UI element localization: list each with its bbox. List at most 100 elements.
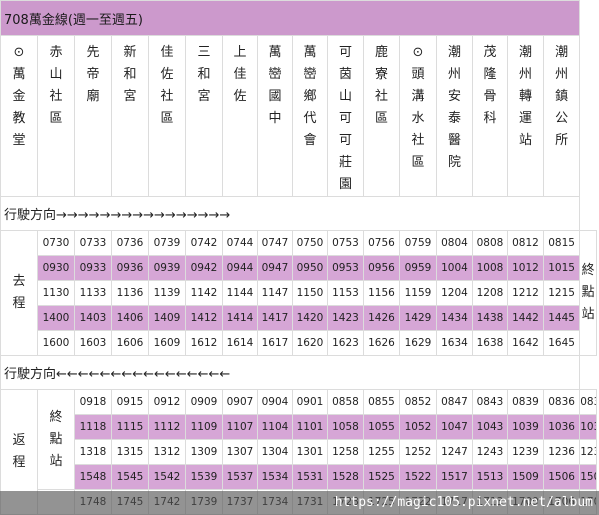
time-cell: 0912 xyxy=(148,389,186,415)
time-cell: 0909 xyxy=(185,389,223,415)
time-cell: 1315 xyxy=(111,439,149,465)
outbound-row: 1130 1133 1136 1139 1142 1144 1147 1150 1153 1156… xyxy=(1,280,597,306)
bus-timetable: 708萬金線(週一至週五) ⊙ 萬金教堂赤山社區先帝廟新和宮佳佐社區三和宮上佳佐萬… xyxy=(0,0,597,515)
time-cell: 1409 xyxy=(148,305,186,331)
time-cell: 0815 xyxy=(542,230,581,256)
time-cell: 1537 xyxy=(222,464,258,490)
time-cell: 0901 xyxy=(292,389,328,415)
time-cell: 1047 xyxy=(436,414,473,440)
stop-name: 潮州鎮公所 xyxy=(542,35,581,197)
stops-header-row: ⊙ 萬金教堂赤山社區先帝廟新和宮佳佐社區三和宮上佳佐萬巒國中萬巒鄉代會可茵山可可莊… xyxy=(0,35,597,197)
time-cell: 1144 xyxy=(222,280,258,306)
time-cell: 1118 xyxy=(74,414,112,440)
time-cell: 1239 xyxy=(507,439,544,465)
time-cell: 1004 xyxy=(436,255,473,281)
time-cell: 1426 xyxy=(363,305,400,331)
time-cell: 1043 xyxy=(472,414,508,440)
time-cell: 1513 xyxy=(472,464,508,490)
time-cell: 0839 xyxy=(507,389,544,415)
time-cell: 0858 xyxy=(327,389,364,415)
time-cell: 1212 xyxy=(507,280,544,306)
time-cell: 1036 xyxy=(542,414,581,440)
time-cell: 1142 xyxy=(185,280,223,306)
stop-name: ⊙ 萬金教堂 xyxy=(0,35,38,197)
time-cell: 1147 xyxy=(257,280,293,306)
time-cell: 1318 xyxy=(74,439,112,465)
time-cell: 1634 xyxy=(436,330,473,356)
stop-name: 赤山社區 xyxy=(37,35,75,197)
time-cell: 1617 xyxy=(257,330,293,356)
time-cell: 0804 xyxy=(436,230,473,256)
time-cell: 1525 xyxy=(363,464,400,490)
inbound-row: 1548 1545 1542 1539 1537 1534 1531 1528 1525 1522… xyxy=(1,464,597,490)
time-cell: 0739 xyxy=(148,230,186,256)
time-cell: 1104 xyxy=(257,414,293,440)
time-cell: 1517 xyxy=(436,464,473,490)
time-cell: 0847 xyxy=(436,389,473,415)
time-cell: 1545 xyxy=(111,464,149,490)
time-cell: 1055 xyxy=(363,414,400,440)
time-cell: 1252 xyxy=(399,439,437,465)
outbound-terminal-label: 終點站 xyxy=(579,230,597,356)
time-cell: 1156 xyxy=(363,280,400,306)
time-cell: 1531 xyxy=(292,464,328,490)
time-cell: 1406 xyxy=(111,305,149,331)
stop-name: 新和宮 xyxy=(111,35,149,197)
time-cell: 0942 xyxy=(185,255,223,281)
time-cell: 1414 xyxy=(222,305,258,331)
stop-name: 先帝廟 xyxy=(74,35,112,197)
time-cell: 0930 xyxy=(37,255,75,281)
time-cell: 0742 xyxy=(185,230,223,256)
time-cell: 1506 xyxy=(542,464,581,490)
time-cell: 0855 xyxy=(363,389,400,415)
time-cell: 0947 xyxy=(257,255,293,281)
time-cell: 1403 xyxy=(74,305,112,331)
time-cell: 0730 xyxy=(37,230,75,256)
time-cell: 1626 xyxy=(363,330,400,356)
stop-name: 鹿寮社區 xyxy=(363,35,400,197)
time-cell: 1307 xyxy=(222,439,258,465)
time-cell: 1133 xyxy=(74,280,112,306)
stop-name: 萬巒國中 xyxy=(257,35,293,197)
time-cell: 0753 xyxy=(327,230,364,256)
time-cell: 1600 xyxy=(37,330,75,356)
time-cell: 0759 xyxy=(399,230,437,256)
time-cell: 1208 xyxy=(472,280,508,306)
time-cell: 1304 xyxy=(257,439,293,465)
time-cell: 1645 xyxy=(542,330,581,356)
time-cell: 1008 xyxy=(472,255,508,281)
time-cell: 0918 xyxy=(74,389,112,415)
time-cell: 1606 xyxy=(111,330,149,356)
time-cell: 1101 xyxy=(292,414,328,440)
stop-name: 三和宮 xyxy=(185,35,223,197)
time-cell: 0936 xyxy=(111,255,149,281)
time-cell: 1107 xyxy=(222,414,258,440)
time-cell: 0736 xyxy=(111,230,149,256)
time-cell: 1548 xyxy=(74,464,112,490)
time-cell: 1509 xyxy=(507,464,544,490)
time-cell: 1015 xyxy=(542,255,581,281)
time-cell: 1115 xyxy=(111,414,149,440)
time-cell: 1623 xyxy=(327,330,364,356)
time-cell: 1159 xyxy=(399,280,437,306)
time-cell: 1052 xyxy=(399,414,437,440)
time-cell: 1153 xyxy=(327,280,364,306)
time-cell: 0744 xyxy=(222,230,258,256)
time-cell: 1417 xyxy=(257,305,293,331)
outbound-row: 0930 0933 0936 0939 0942 0944 0947 0950 0953 0956… xyxy=(1,255,597,281)
stop-name: ⊙ 頭溝水社區 xyxy=(399,35,437,197)
time-cell: 0907 xyxy=(222,389,258,415)
inbound-terminal-label: 終點站 xyxy=(37,389,75,490)
time-cell: 0915 xyxy=(111,389,149,415)
time-cell: 1139 xyxy=(148,280,186,306)
time-cell: 1445 xyxy=(542,305,581,331)
time-cell: 1136 xyxy=(111,280,149,306)
time-cell: 0836 xyxy=(542,389,581,415)
time-cell: 1258 xyxy=(327,439,364,465)
time-cell: 1434 xyxy=(436,305,473,331)
time-cell: 1039 xyxy=(507,414,544,440)
time-cell: 1109 xyxy=(185,414,223,440)
time-cell: 1614 xyxy=(222,330,258,356)
time-cell: 1204 xyxy=(436,280,473,306)
time-cell: 0830 xyxy=(579,389,597,415)
